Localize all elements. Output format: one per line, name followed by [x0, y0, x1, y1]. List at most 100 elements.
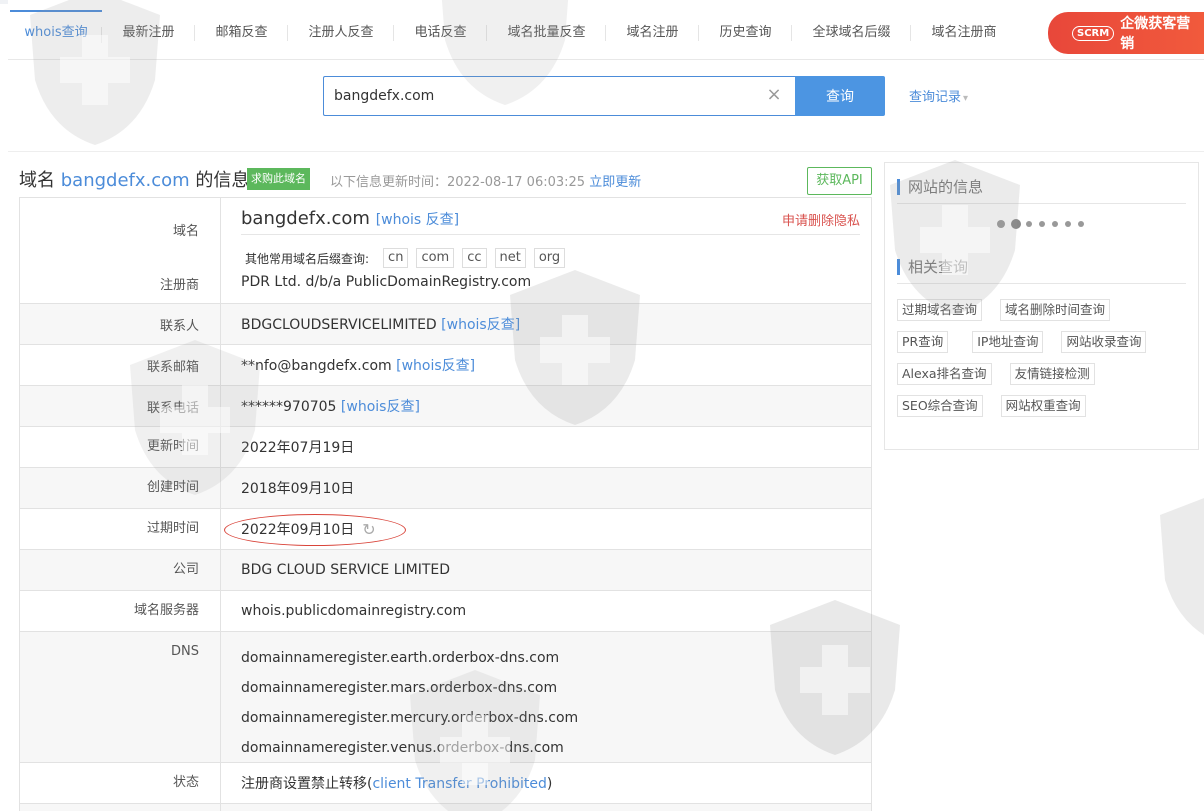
updated-label: 更新时间 — [20, 427, 221, 467]
update-time: 以下信息更新时间：2022-08-17 06:03:25 立即更新 — [330, 171, 641, 190]
table-row-expire: 过期时间 2022年09月10日 ↻ — [20, 509, 871, 550]
status-link[interactable]: client Transfer Prohibited — [372, 776, 546, 792]
related-row: 过期域名查询 域名删除时间查询 — [897, 299, 1192, 321]
contact-value: BDGCLOUDSERVICELIMITED [whois反查] — [221, 314, 871, 334]
side-panel: 网站的信息 相关查询 过期域名查询 域名删除时间查询 PR查询 IP地址查询 网… — [884, 162, 1199, 450]
related-link[interactable]: 网站权重查询 — [1000, 395, 1086, 417]
clear-icon[interactable]: × — [765, 86, 783, 104]
domain-label: 域名 — [172, 224, 199, 239]
email-label: 联系邮箱 — [20, 345, 221, 385]
tab-domain-register[interactable]: 域名注册 — [606, 10, 699, 56]
tab-phone-reverse[interactable]: 电话反查 — [394, 10, 487, 56]
row-value — [221, 804, 871, 811]
related-link[interactable]: 过期域名查询 — [897, 299, 983, 321]
dot-icon[interactable] — [997, 220, 1005, 228]
related-link[interactable]: IP地址查询 — [972, 331, 1044, 353]
email-value: **nfo@bangdefx.com [whois反查] — [221, 355, 871, 375]
suffix-cn[interactable]: cn — [383, 248, 409, 268]
dns-item: domainnameregister.venus.orderbox-dns.co… — [241, 740, 564, 756]
divider — [241, 234, 860, 235]
related-links: 过期域名查询 域名删除时间查询 PR查询 IP地址查询 网站收录查询 Alexa… — [897, 299, 1192, 427]
dot-icon[interactable] — [1026, 221, 1032, 227]
expire-label: 过期时间 — [20, 509, 221, 549]
carousel-dots[interactable] — [997, 219, 1091, 229]
related-title: 相关查询 — [897, 259, 968, 275]
tab-registrant-reverse[interactable]: 注册人反查 — [288, 10, 394, 56]
related-link[interactable]: 网站收录查询 — [1061, 331, 1147, 353]
suffix-cc[interactable]: cc — [462, 248, 487, 268]
related-row: PR查询 IP地址查询 网站收录查询 — [897, 331, 1192, 353]
tab-whois[interactable]: whois查询 — [10, 10, 102, 56]
privacy-removal-link[interactable]: 申请删除隐私 — [782, 210, 860, 229]
history-dropdown[interactable]: 查询记录 ▾ — [909, 86, 968, 105]
updated-value: 2022年07月19日 — [241, 440, 355, 456]
related-row: Alexa排名查询 友情链接检测 — [897, 363, 1192, 385]
table-row-nameserver: 域名服务器 whois.publicdomainregistry.com — [20, 591, 871, 632]
suffix-org[interactable]: org — [533, 248, 566, 268]
dns-item: domainnameregister.earth.orderbox-dns.co… — [241, 650, 560, 666]
dot-icon[interactable] — [1011, 219, 1021, 229]
suffix-net[interactable]: net — [494, 248, 526, 268]
dot-icon[interactable] — [1078, 221, 1084, 227]
contact-whois-link[interactable]: [whois反查] — [441, 317, 520, 333]
phone-whois-link[interactable]: [whois反查] — [341, 399, 420, 415]
buy-domain-button[interactable]: 求购此域名 — [247, 168, 310, 190]
table-row-contact: 联系人 BDGCLOUDSERVICELIMITED [whois反查] — [20, 304, 871, 345]
related-row: SEO综合查询 网站权重查询 — [897, 395, 1192, 417]
row-value: bangdefx.com [whois 反查] 申请删除隐私 其他常用域名后缀查… — [221, 198, 871, 303]
dot-icon[interactable] — [1052, 221, 1058, 227]
table-row-domain: 域名 注册商 bangdefx.com [whois 反查] 申请删除隐私 其他… — [20, 198, 871, 304]
email-whois-link[interactable]: [whois反查] — [396, 358, 475, 374]
tab-new-registrations[interactable]: 最新注册 — [102, 10, 195, 56]
search-button[interactable]: 查询 — [795, 76, 885, 116]
get-api-button[interactable]: 获取API — [807, 167, 872, 195]
phone-text: ******970705 — [241, 399, 337, 415]
nav-tabs: whois查询 最新注册 邮箱反查 注册人反查 电话反查 域名批量反查 域名注册… — [10, 10, 1017, 56]
related-link[interactable]: PR查询 — [897, 331, 949, 353]
status-value: 注册商设置禁止转移(client Transfer Prohibited) — [221, 773, 871, 793]
suffix-label: 其他常用域名后缀查询: — [245, 251, 370, 266]
search-input[interactable] — [323, 76, 795, 116]
divider — [897, 283, 1186, 284]
status-text: 注册商设置禁止转移( — [241, 776, 373, 792]
status-close: ) — [546, 776, 553, 792]
table-row-status: 状态 注册商设置禁止转移(client Transfer Prohibited) — [20, 763, 871, 804]
table-row-next — [20, 804, 871, 811]
dot-icon[interactable] — [1065, 221, 1071, 227]
registrar-label: 注册商 — [159, 278, 199, 293]
chevron-down-icon: ▾ — [963, 93, 969, 104]
related-link[interactable]: 域名删除时间查询 — [1000, 299, 1111, 321]
whois-table: 域名 注册商 bangdefx.com [whois 反查] 申请删除隐私 其他… — [19, 197, 872, 811]
related-link[interactable]: Alexa排名查询 — [897, 363, 992, 385]
dns-item: domainnameregister.mars.orderbox-dns.com — [241, 680, 558, 696]
suffix-com[interactable]: com — [416, 248, 455, 268]
domain-value: bangdefx.com [whois 反查] — [241, 208, 459, 229]
update-now-link[interactable]: 立即更新 — [589, 175, 641, 190]
tab-global-suffix[interactable]: 全球域名后缀 — [792, 10, 911, 56]
related-link[interactable]: SEO综合查询 — [897, 395, 983, 417]
created-value: 2018年09月10日 — [241, 481, 355, 497]
nameserver-label: 域名服务器 — [20, 591, 221, 631]
top-nav: whois查询 最新注册 邮箱反查 注册人反查 电话反查 域名批量反查 域名注册… — [8, 0, 1204, 60]
watermark-shield-icon — [1160, 498, 1204, 635]
scrm-banner[interactable]: SCRM 企微获客营销 — [1048, 12, 1204, 54]
title-domain[interactable]: bangdefx.com — [61, 170, 190, 191]
dot-icon[interactable] — [1039, 221, 1045, 227]
tab-email-reverse[interactable]: 邮箱反查 — [195, 10, 288, 56]
history-label: 查询记录 — [909, 90, 962, 105]
search-bar: × 查询 查询记录▾ — [8, 60, 1204, 152]
tab-batch-reverse[interactable]: 域名批量反查 — [487, 10, 606, 56]
registrar-value: PDR Ltd. d/b/a PublicDomainRegistry.com — [241, 274, 532, 290]
domain-whois-link[interactable]: [whois 反查] — [376, 212, 459, 228]
site-info-title: 网站的信息 — [897, 179, 983, 195]
page-title: 域名 bangdefx.com 的信息 — [19, 166, 249, 192]
phone-value: ******970705 [whois反查] — [221, 396, 871, 416]
dns-item: domainnameregister.mercury.orderbox-dns.… — [241, 710, 579, 726]
tab-history[interactable]: 历史查询 — [699, 10, 792, 56]
tab-registrars[interactable]: 域名注册商 — [911, 10, 1017, 56]
domain-header: 域名 bangdefx.com 的信息 求购此域名 以下信息更新时间：2022-… — [19, 162, 872, 196]
expire-highlight-annotation — [224, 514, 406, 546]
title-prefix: 域名 — [19, 170, 61, 191]
contact-label: 联系人 — [20, 304, 221, 344]
related-link[interactable]: 友情链接检测 — [1009, 363, 1095, 385]
